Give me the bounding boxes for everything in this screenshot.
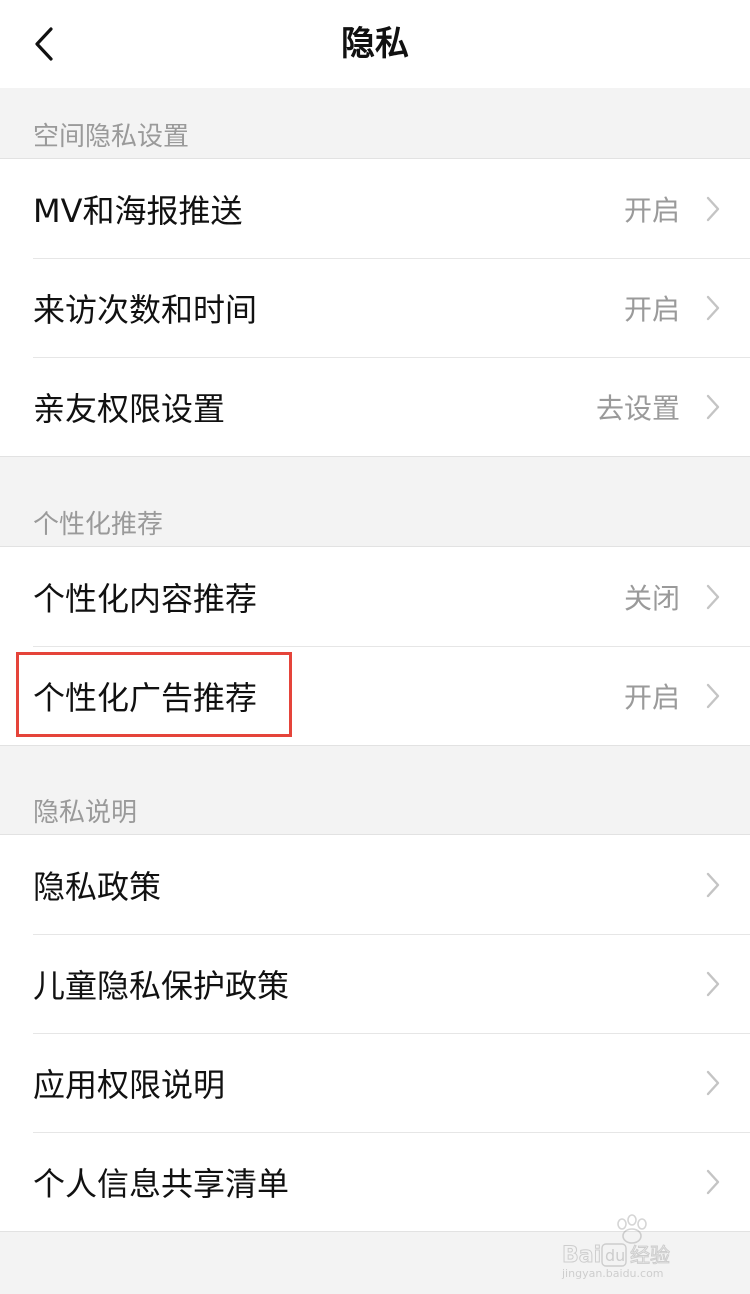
back-button[interactable]: [20, 20, 68, 68]
chevron-right-icon: [706, 1070, 720, 1095]
row-personalized-content[interactable]: 个性化内容推荐 关闭: [0, 547, 750, 646]
svg-text:经验: 经验: [630, 1243, 670, 1267]
page-title: 隐私: [341, 24, 409, 64]
chevron-right-icon: [706, 196, 720, 221]
row-value: 去设置: [595, 391, 680, 425]
row-app-permission-info[interactable]: 应用权限说明: [0, 1033, 750, 1132]
chevron-right-icon: [706, 971, 720, 996]
row-mv-poster-push[interactable]: MV和海报推送 开启: [0, 159, 750, 258]
row-label: 应用权限说明: [33, 1065, 226, 1104]
row-label: 隐私政策: [33, 867, 162, 906]
row-value: 关闭: [623, 581, 680, 615]
row-label: 亲友权限设置: [33, 389, 226, 428]
row-visit-count-time[interactable]: 来访次数和时间 开启: [0, 258, 750, 357]
section-header-space-privacy: 空间隐私设置: [33, 122, 190, 152]
row-label: 来访次数和时间: [33, 290, 258, 329]
chevron-right-icon: [706, 295, 720, 320]
row-label: 个人信息共享清单: [33, 1164, 290, 1203]
nav-bar: 隐私: [0, 0, 750, 88]
row-label: 个性化内容推荐: [33, 579, 258, 618]
chevron-right-icon: [706, 1169, 720, 1194]
row-child-privacy-policy[interactable]: 儿童隐私保护政策: [0, 934, 750, 1033]
chevron-right-icon: [706, 584, 720, 609]
row-value: 开启: [623, 193, 680, 227]
baidu-jingyan-watermark-logo: Bai du 经验 jingyan.baidu.com: [561, 1214, 671, 1280]
row-label: MV和海报推送: [33, 191, 243, 230]
svg-text:du: du: [605, 1246, 625, 1265]
section-header-personalized: 个性化推荐: [33, 510, 164, 540]
row-label: 个性化广告推荐: [33, 678, 258, 717]
row-label: 儿童隐私保护政策: [33, 966, 290, 1005]
chevron-right-icon: [706, 683, 720, 708]
group-space-privacy: MV和海报推送 开启 来访次数和时间 开启 亲友权限设置 去设置: [0, 158, 750, 457]
svg-text:Bai: Bai: [562, 1243, 601, 1268]
row-value: 开启: [623, 292, 680, 326]
section-header-privacy-info: 隐私说明: [33, 798, 138, 828]
row-personalized-ads[interactable]: 个性化广告推荐 开启: [0, 646, 750, 745]
group-personalized: 个性化内容推荐 关闭 个性化广告推荐 开启: [0, 546, 750, 746]
row-family-permission[interactable]: 亲友权限设置 去设置: [0, 357, 750, 456]
chevron-right-icon: [706, 872, 720, 897]
svg-text:jingyan.baidu.com: jingyan.baidu.com: [561, 1267, 664, 1280]
chevron-left-icon: [35, 27, 53, 61]
chevron-right-icon: [706, 394, 720, 419]
row-privacy-policy[interactable]: 隐私政策: [0, 835, 750, 934]
row-value: 开启: [623, 680, 680, 714]
group-privacy-info: 隐私政策 儿童隐私保护政策 应用权限说明 个人信息共享清单: [0, 834, 750, 1232]
